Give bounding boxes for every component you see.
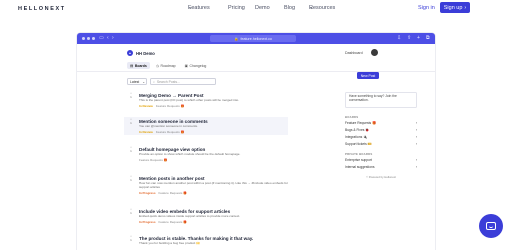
- tab-changelog[interactable]: ▣ Changelog: [182, 62, 210, 69]
- chevron-right-icon: ›: [415, 142, 417, 146]
- search-input[interactable]: ⌕ Search Posts...: [150, 78, 216, 85]
- download-icon: ⇩: [397, 35, 402, 41]
- post-description: How fun can now mention another post wit…: [139, 181, 288, 189]
- sidebar-item-support-tickets[interactable]: Support tickets 🎫 ›: [345, 142, 417, 146]
- tab-boards[interactable]: ▤ Boards: [127, 62, 150, 69]
- list-item[interactable]: ⌃ 1 Mention posts in another post How fun…: [127, 175, 288, 196]
- nav-pricing[interactable]: Pricing: [228, 5, 245, 11]
- address-bar: 🔒 feature.hellonext.co: [210, 35, 296, 42]
- boards-heading: BOARDS: [345, 115, 359, 119]
- list-item[interactable]: ⌃ 1 Include video embeds for support arti…: [127, 208, 287, 225]
- tab-roadmap[interactable]: ◷ Roadmap: [153, 62, 179, 69]
- upvote-button[interactable]: ⌃ 1: [127, 175, 135, 183]
- sidebar-item-integrations[interactable]: Integrations 🔌 ›: [345, 135, 417, 139]
- share-icon: ⇪: [407, 35, 412, 41]
- chevron-right-icon: ›: [415, 165, 417, 169]
- app-header: ▲ HH Demo Dashboard ▤ Boards ◷ Roadmap ▣ Ch…: [77, 44, 435, 72]
- signup-button[interactable]: Sign up ›: [440, 2, 470, 13]
- dashboard-link[interactable]: Dashboard: [345, 51, 363, 55]
- status-badge: In Progress: [139, 191, 156, 195]
- nav-blog[interactable]: Blog: [284, 5, 295, 11]
- browser-toolbar: ▭ ‹ › 🔒 feature.hellonext.co ⇩ ⇪ + ⧉: [77, 33, 435, 44]
- avatar[interactable]: [371, 49, 378, 56]
- chat-widget-button[interactable]: [479, 214, 503, 238]
- site-navbar: HELLONEXT Features ⌄ Pricing Demo Blog R…: [0, 0, 512, 18]
- new-tab-icon: +: [417, 35, 420, 41]
- post-meta: In Progress Feature Requests 🎁: [139, 191, 187, 195]
- site-logo[interactable]: HELLONEXT: [18, 6, 66, 12]
- list-item[interactable]: ⌃ 1 Default homepage view option Provide …: [127, 146, 287, 163]
- upvote-button[interactable]: ⌃ 1: [127, 146, 135, 154]
- post-description: Embed quick demo videos inside support a…: [139, 214, 241, 218]
- sort-select[interactable]: Latest ⌄: [127, 78, 147, 85]
- search-icon: ⌕: [153, 79, 155, 84]
- forward-icon: ›: [112, 35, 114, 41]
- sidebar-item-bugs-fixes[interactable]: Bugs & Fixes 🐞 ›: [345, 128, 417, 132]
- chevron-right-icon: ›: [415, 158, 417, 162]
- upvote-button[interactable]: ⌃ 1: [127, 235, 135, 243]
- status-badge: In Review: [139, 130, 153, 134]
- arrow-right-icon: ›: [464, 4, 467, 11]
- sidebar-item-feature-requests[interactable]: Feature Requests 🎁 ›: [345, 121, 417, 125]
- app-tabs: ▤ Boards ◷ Roadmap ▣ Changelog: [127, 62, 209, 69]
- post-description: This is the parent post (I/O post) to wh…: [139, 98, 240, 102]
- upvote-button[interactable]: ⌃ 1: [127, 118, 135, 126]
- upvote-button[interactable]: ⌃ 1: [127, 208, 135, 216]
- post-meta: Feature Requests 🎁: [139, 158, 167, 162]
- nav-features[interactable]: Features ⌄: [188, 5, 210, 11]
- changelog-icon: ▣: [184, 63, 188, 68]
- board-tag: Feature Requests 🎁: [155, 104, 185, 108]
- post-meta: In Progress Feature Requests 🎁: [139, 220, 187, 224]
- chevron-down-icon: ⌄: [142, 79, 146, 84]
- tabs-icon: ⧉: [426, 35, 430, 41]
- list-item[interactable]: ⌃ 1 The product is stable. Thanks for mak…: [127, 235, 287, 250]
- chevron-right-icon: ›: [415, 128, 417, 132]
- window-controls: [82, 37, 95, 40]
- sidebar-item-internal-suggestions[interactable]: Internal suggestions ›: [345, 165, 417, 169]
- list-item[interactable]: ⌃ 1 Merging Demo → Parent Post This is th…: [127, 92, 287, 109]
- nav-demo[interactable]: Demo: [255, 5, 270, 11]
- board-tag: Feature Requests 🎁: [155, 130, 185, 134]
- org-logo: ▲: [127, 50, 133, 56]
- board-tag: Feature Requests 🎁: [158, 220, 187, 224]
- sidebar-item-enterprise-support[interactable]: Enterprise support ›: [345, 158, 417, 162]
- chevron-right-icon: ›: [415, 135, 417, 139]
- private-boards-heading: PRIVATE BOARDS: [345, 152, 373, 156]
- post-description: You can @mention someone in comments.: [139, 124, 198, 128]
- join-conversation-box: Have something to say? Join the conversa…: [345, 92, 417, 108]
- upvote-button[interactable]: ⌃ 1: [127, 92, 135, 100]
- status-badge: In Review: [139, 104, 153, 108]
- boards-icon: ▤: [130, 63, 134, 68]
- post-description: Provide an option to show which module s…: [139, 152, 241, 156]
- board-tag: Feature Requests 🎁: [158, 191, 187, 195]
- back-icon: ‹: [107, 35, 109, 41]
- post-meta: In Review Feature Requests 🎁: [139, 130, 184, 134]
- chat-bubble-icon: [486, 222, 496, 230]
- list-item[interactable]: ⌃ 1 Mention someone in comments You can @…: [124, 117, 288, 135]
- board-tag: Feature Requests 🎁: [139, 158, 168, 162]
- org-name: HH Demo: [136, 51, 155, 56]
- nav-resources[interactable]: Resources ⌄: [309, 5, 335, 11]
- header-divider: [77, 71, 435, 72]
- powered-by[interactable]: ⚡ Powered by Hellonext: [345, 175, 417, 179]
- signin-link[interactable]: Sign in: [418, 5, 435, 11]
- sidebar-toggle-icon: ▭: [99, 35, 104, 41]
- post-meta: In Review Feature Requests 🎁: [139, 104, 184, 108]
- browser-mockup: ▭ ‹ › 🔒 feature.hellonext.co ⇩ ⇪ + ⧉ ▲ H…: [77, 33, 435, 250]
- chevron-right-icon: ›: [415, 121, 417, 125]
- post-description: Thank you for building a bug free produc…: [139, 241, 201, 245]
- status-badge: In Progress: [139, 220, 156, 224]
- lock-icon: 🔒: [234, 36, 239, 41]
- new-post-button[interactable]: New Post: [357, 72, 379, 79]
- roadmap-icon: ◷: [155, 63, 159, 68]
